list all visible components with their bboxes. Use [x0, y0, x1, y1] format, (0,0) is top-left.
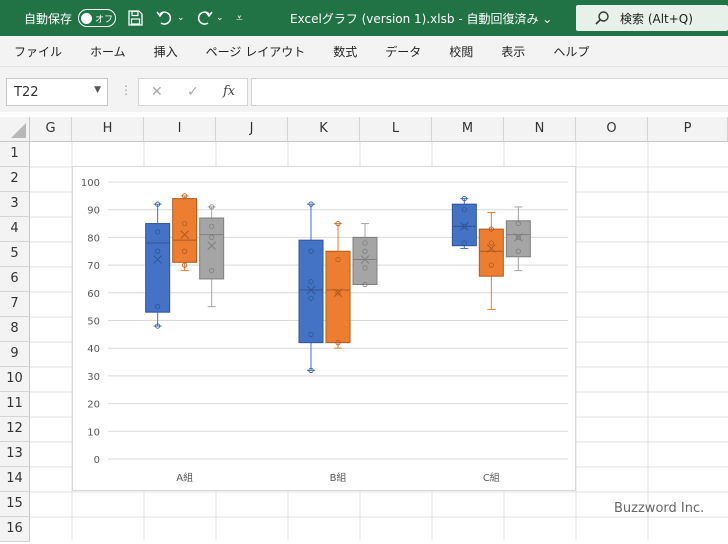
row-header-2[interactable]: 2 — [0, 167, 30, 192]
x-tick-label: A組 — [176, 471, 193, 484]
y-tick-label: 70 — [87, 261, 100, 272]
formula-input[interactable] — [251, 78, 728, 106]
name-box[interactable]: T22 ▼ — [6, 78, 108, 106]
row-header-9[interactable]: 9 — [0, 342, 30, 367]
column-header-p[interactable]: P — [648, 117, 728, 142]
redo-dropdown-icon[interactable]: ⌄ — [216, 0, 224, 36]
tab-help[interactable]: ヘルプ — [539, 36, 603, 66]
box — [478, 228, 504, 277]
y-tick-label: 20 — [87, 400, 100, 411]
y-tick-label: 100 — [81, 178, 100, 189]
box — [172, 198, 198, 263]
redo-icon[interactable] — [195, 0, 213, 36]
more-options-icon[interactable]: ⋮ — [120, 83, 132, 97]
row-header-1[interactable]: 1 — [0, 142, 30, 167]
box-plot-chart[interactable]: 0 10 20 30 40 50 60 70 80 90 100 A組 B組 C組 — [72, 166, 576, 491]
column-header-l[interactable]: L — [360, 117, 432, 142]
tab-home[interactable]: ホーム — [76, 36, 140, 66]
column-header-g[interactable]: G — [30, 117, 72, 142]
search-icon — [595, 11, 609, 25]
undo-dropdown-icon[interactable]: ⌄ — [177, 0, 185, 36]
tab-review[interactable]: 校閲 — [435, 36, 487, 66]
watermark: Buzzword Inc. — [614, 501, 705, 516]
document-title[interactable]: Excelグラフ (version 1).xlsb - 自動回復済み ⌄ — [290, 0, 552, 36]
y-tick-label: 80 — [87, 233, 100, 244]
y-tick-label: 50 — [87, 317, 100, 328]
name-box-value: T22 — [14, 85, 39, 100]
tab-view[interactable]: 表示 — [487, 36, 539, 66]
insert-function-icon[interactable]: fx — [223, 84, 235, 99]
column-header-h[interactable]: H — [72, 117, 144, 142]
chart-canvas: 0 10 20 30 40 50 60 70 80 90 100 A組 B組 C組 — [81, 178, 568, 484]
column-header-i[interactable]: I — [144, 117, 216, 142]
box — [451, 203, 477, 247]
tab-page-layout[interactable]: ページ レイアウト — [192, 36, 320, 66]
y-tick-label: 90 — [87, 206, 100, 217]
column-header-m[interactable]: M — [432, 117, 504, 142]
y-tick-label: 10 — [87, 427, 100, 438]
box — [505, 220, 531, 258]
box — [199, 217, 225, 280]
row-header-8[interactable]: 8 — [0, 317, 30, 342]
row-header-5[interactable]: 5 — [0, 242, 30, 267]
row-header-16[interactable]: 16 — [0, 517, 30, 542]
toggle-knob — [81, 12, 92, 24]
ribbon-tabs: ファイル ホーム 挿入 ページ レイアウト 数式 データ 校閲 表示 ヘルプ — [0, 36, 728, 66]
title-bar: 自動保存 オフ ⌄ ⌄ ⩡ Excelグラフ (version 1).xlsb … — [0, 0, 728, 36]
row-header-10[interactable]: 10 — [0, 367, 30, 392]
row-header-4[interactable]: 4 — [0, 217, 30, 242]
autosave-toggle[interactable]: オフ — [78, 9, 116, 27]
column-header-k[interactable]: K — [288, 117, 360, 142]
box — [298, 239, 324, 344]
undo-icon[interactable] — [156, 0, 174, 36]
y-tick-label: 30 — [87, 372, 100, 383]
tab-formulas[interactable]: 数式 — [319, 36, 371, 66]
x-tick-label: B組 — [330, 471, 347, 484]
cancel-icon[interactable]: ✕ — [151, 84, 163, 100]
row-header-11[interactable]: 11 — [0, 392, 30, 417]
row-header-12[interactable]: 12 — [0, 417, 30, 442]
column-header-n[interactable]: N — [504, 117, 576, 142]
box — [325, 250, 351, 344]
column-header-j[interactable]: J — [216, 117, 288, 142]
save-icon[interactable] — [127, 0, 143, 36]
tab-file[interactable]: ファイル — [0, 36, 76, 66]
y-tick-label: 0 — [94, 455, 100, 466]
row-header-6[interactable]: 6 — [0, 267, 30, 292]
autosave-state: オフ — [95, 14, 114, 25]
search-label: 検索 (Alt+Q) — [620, 11, 693, 26]
formula-bar: T22 ▼ ⋮ ✕ ✓ fx — [0, 66, 728, 112]
row-header-3[interactable]: 3 — [0, 192, 30, 217]
select-all-corner[interactable] — [0, 117, 30, 142]
tab-insert[interactable]: 挿入 — [140, 36, 192, 66]
row-header-15[interactable]: 15 — [0, 492, 30, 517]
column-header-o[interactable]: O — [576, 117, 648, 142]
y-tick-label: 40 — [87, 344, 100, 355]
y-tick-label: 60 — [87, 289, 100, 300]
box — [145, 223, 171, 313]
row-header-13[interactable]: 13 — [0, 442, 30, 467]
enter-icon[interactable]: ✓ — [187, 84, 199, 100]
search-box[interactable]: 検索 (Alt+Q) — [576, 5, 728, 31]
name-box-dropdown-icon[interactable]: ▼ — [94, 85, 101, 95]
x-tick-label: C組 — [483, 471, 500, 484]
row-header-14[interactable]: 14 — [0, 467, 30, 492]
autosave-label: 自動保存 — [24, 11, 73, 26]
formula-buttons: ✕ ✓ fx — [138, 78, 248, 106]
customize-toolbar-icon[interactable]: ⩡ — [236, 0, 243, 36]
box — [352, 236, 378, 285]
row-header-7[interactable]: 7 — [0, 292, 30, 317]
tab-data[interactable]: データ — [371, 36, 435, 66]
